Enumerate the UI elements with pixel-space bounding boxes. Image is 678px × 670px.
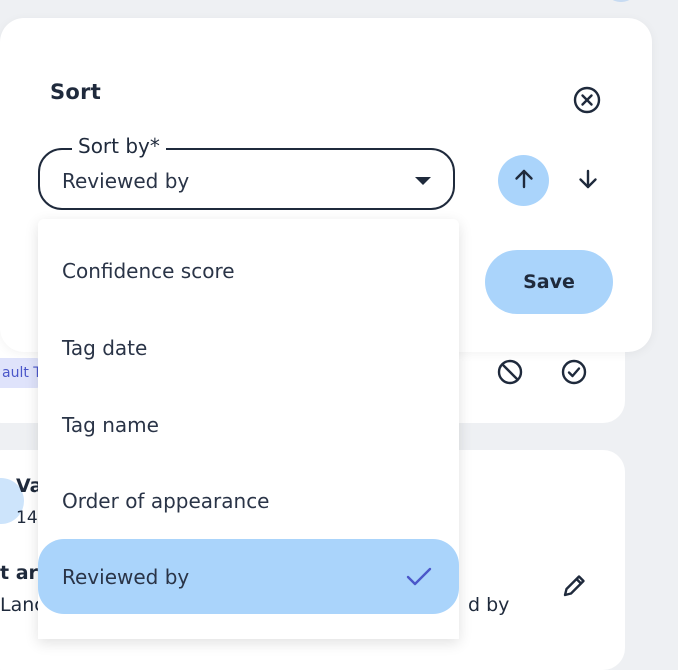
sort-by-select[interactable]: Sort by* Reviewed by: [38, 134, 455, 210]
arrow-up-icon: [512, 167, 536, 195]
close-circle-icon: [572, 86, 602, 119]
caret-down-icon: [415, 177, 431, 185]
sort-by-menu: Confidence score Tag date Tag name Order…: [38, 219, 459, 639]
menu-item-confidence-score[interactable]: Confidence score: [38, 233, 459, 308]
menu-item-label: Order of appearance: [62, 489, 270, 513]
sort-ascending-button[interactable]: [498, 155, 549, 206]
menu-item-label: Confidence score: [62, 259, 235, 283]
sort-by-value: Reviewed by: [62, 169, 190, 193]
menu-item-label: Reviewed by: [62, 565, 190, 589]
pencil-icon[interactable]: [560, 570, 588, 604]
menu-item-label: Tag name: [62, 413, 159, 437]
close-button[interactable]: [572, 85, 602, 115]
dialog-title: Sort: [50, 80, 102, 104]
arrow-down-icon: [576, 167, 600, 195]
background-avatar-edge: [606, 0, 636, 2]
menu-item-order-of-appearance[interactable]: Order of appearance: [38, 463, 459, 538]
background-subtext: 14: [16, 508, 38, 528]
menu-item-reviewed-by[interactable]: Reviewed by: [38, 539, 459, 614]
check-icon: [405, 566, 433, 592]
save-button[interactable]: Save: [485, 250, 613, 314]
background-heading: t ar: [0, 562, 38, 584]
menu-item-tag-name[interactable]: Tag name: [38, 387, 459, 462]
block-icon[interactable]: [496, 358, 524, 390]
menu-item-label: Tag date: [62, 336, 148, 360]
menu-item-tag-date[interactable]: Tag date: [38, 310, 459, 385]
check-circle-icon[interactable]: [560, 358, 588, 390]
background-text: d by: [468, 594, 510, 616]
sort-by-label: Sort by*: [72, 134, 166, 158]
background-tag: ault T: [0, 358, 42, 388]
sort-descending-button[interactable]: [566, 155, 610, 206]
